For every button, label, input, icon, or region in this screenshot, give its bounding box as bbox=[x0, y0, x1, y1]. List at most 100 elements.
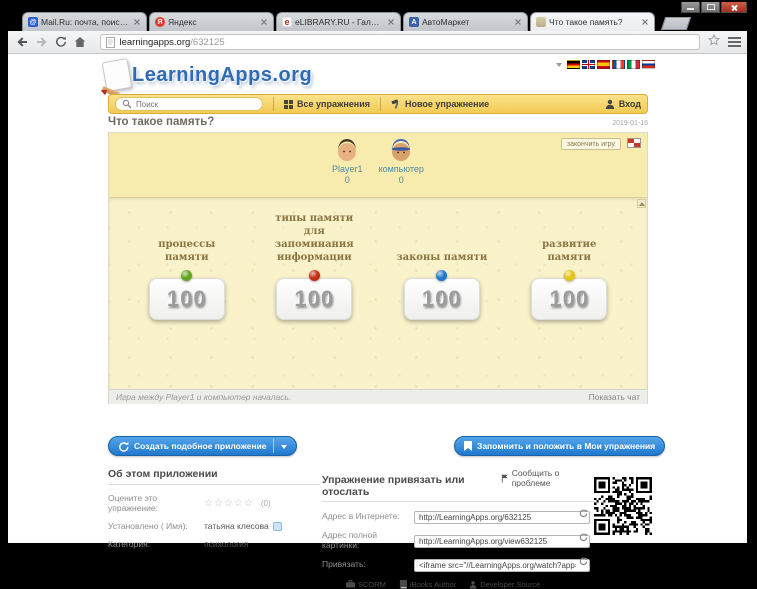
chevron-down-icon[interactable] bbox=[556, 63, 562, 70]
share-section: Упражнение привязать или отослать Сообщи… bbox=[322, 468, 594, 589]
flag-gb-icon[interactable] bbox=[582, 60, 595, 69]
new-tab-button[interactable] bbox=[660, 17, 692, 30]
close-icon[interactable] bbox=[641, 18, 649, 26]
menu-all-label: Все упражнения bbox=[297, 99, 370, 109]
tab-avtomarket[interactable]: А АвтоМаркет bbox=[403, 12, 528, 31]
player-score: 0 bbox=[398, 175, 404, 186]
developer-source-link[interactable]: Developer Source bbox=[469, 580, 540, 589]
author-profile-icon[interactable] bbox=[272, 521, 282, 531]
category-column: типы памяти для запоминания информации 1… bbox=[251, 206, 379, 320]
flag-it-icon[interactable] bbox=[627, 60, 640, 69]
show-chat-link[interactable]: Показать чат bbox=[589, 392, 640, 402]
home-icon[interactable] bbox=[72, 34, 88, 51]
tab-yandex[interactable]: Я Яндекс bbox=[149, 12, 274, 31]
navigation-bar: learningapps.org/632125 bbox=[8, 31, 747, 54]
flag-fr-icon[interactable] bbox=[612, 60, 625, 69]
briefcase-icon bbox=[346, 580, 355, 588]
chevron-down-icon[interactable] bbox=[281, 444, 288, 452]
players: Player1 0 компьютер 0 bbox=[109, 138, 647, 187]
forward-icon[interactable] bbox=[33, 34, 49, 51]
category-dot-yellow bbox=[563, 270, 575, 281]
bookmark-star-icon[interactable] bbox=[707, 33, 720, 51]
refresh-icon[interactable] bbox=[579, 508, 588, 518]
card-points: 100 bbox=[549, 286, 590, 311]
flag-ru-icon[interactable] bbox=[642, 60, 655, 69]
question-card[interactable]: 100 bbox=[148, 278, 225, 320]
tab-label: АвтоМаркет bbox=[422, 17, 470, 27]
login-button[interactable]: Вход bbox=[605, 99, 641, 109]
menu-new-label: Новое упражнение bbox=[405, 99, 490, 109]
close-icon[interactable] bbox=[260, 18, 268, 26]
save-label: Запомнить и положить в Мои упражнения bbox=[477, 441, 656, 451]
maximize-button[interactable] bbox=[701, 2, 720, 13]
embed-field-row: Привязать: bbox=[322, 555, 594, 573]
player-human: Player1 0 bbox=[332, 138, 363, 187]
hammer-icon bbox=[391, 99, 399, 109]
fullimage-field-row: Адрес полной картинки: bbox=[322, 530, 594, 550]
tab-label: Что такое память? bbox=[549, 17, 623, 27]
about-section: Об этом приложении Оцените это упражнени… bbox=[108, 468, 320, 549]
create-similar-label: Создать подобное приложение bbox=[134, 441, 267, 451]
close-icon[interactable] bbox=[133, 18, 141, 26]
login-label: Вход bbox=[618, 99, 641, 109]
tab-elibrary[interactable]: e eLIBRARY.RU - Галицкая bbox=[276, 12, 401, 31]
category-label: Категория: bbox=[108, 539, 151, 549]
create-similar-button[interactable]: Создать подобное приложение bbox=[108, 436, 298, 456]
refresh-icon[interactable] bbox=[579, 556, 588, 566]
category-columns: процессы памяти 100 типы памяти для запо… bbox=[109, 198, 647, 320]
close-icon[interactable] bbox=[387, 18, 395, 26]
author-row: Установлено ( Имя): татьяна клесова bbox=[108, 521, 320, 531]
menu-new-exercise[interactable]: Новое упражнение bbox=[391, 99, 489, 109]
question-card[interactable]: 100 bbox=[531, 278, 608, 320]
report-problem-link[interactable]: Сообщить о проблеме bbox=[501, 468, 594, 488]
search-icon bbox=[122, 99, 132, 109]
flag-es-icon[interactable] bbox=[597, 60, 610, 69]
category-title: законы памяти bbox=[396, 252, 488, 263]
rating-count: (0) bbox=[260, 498, 271, 508]
close-icon[interactable] bbox=[514, 18, 522, 26]
book-icon bbox=[399, 579, 407, 589]
flag-de-icon[interactable] bbox=[567, 60, 580, 69]
close-button[interactable] bbox=[721, 2, 747, 13]
question-card[interactable]: 100 bbox=[403, 278, 480, 320]
app-icon bbox=[536, 17, 546, 27]
logo-icon bbox=[96, 57, 133, 98]
menu-icon[interactable] bbox=[727, 37, 741, 47]
address-bar[interactable]: learningapps.org/632125 bbox=[99, 34, 700, 50]
embed-code-input[interactable] bbox=[414, 558, 590, 572]
site-toolbar: Все упражнения Новое упражнение Вход bbox=[108, 94, 648, 114]
export-links: SCORM iBooks Author Developer Source bbox=[346, 580, 594, 589]
mail-icon: @ bbox=[28, 17, 38, 27]
scroll-up-icon[interactable] bbox=[637, 199, 646, 208]
menu-all-exercises[interactable]: Все упражнения bbox=[284, 99, 370, 109]
site-logo[interactable]: LearningApps.org bbox=[132, 64, 312, 87]
save-to-my-exercises-button[interactable]: Запомнить и положить в Мои упражнения bbox=[454, 436, 666, 456]
tab-mailru[interactable]: @ Mail.Ru: почта, поиск в ... bbox=[22, 12, 147, 31]
divider bbox=[273, 97, 274, 111]
author-name[interactable]: татьяна клесова bbox=[204, 521, 269, 531]
category-column: развитие памяти 100 bbox=[506, 206, 634, 320]
tab-active-memory[interactable]: Что такое память? bbox=[530, 12, 655, 31]
ibooks-author-link[interactable]: iBooks Author bbox=[399, 580, 456, 589]
question-card[interactable]: 100 bbox=[276, 278, 353, 320]
back-icon[interactable] bbox=[14, 34, 30, 51]
refresh-icon[interactable] bbox=[579, 532, 588, 542]
game-board: процессы памяти 100 типы памяти для запо… bbox=[109, 197, 647, 389]
web-address-input[interactable] bbox=[414, 510, 590, 524]
card-points: 100 bbox=[421, 286, 462, 311]
category-value: психология bbox=[204, 539, 249, 549]
category-title: развитие памяти bbox=[542, 239, 597, 263]
search-box[interactable] bbox=[115, 97, 263, 111]
full-image-address-input[interactable] bbox=[414, 534, 590, 548]
reload-icon[interactable] bbox=[53, 34, 69, 51]
search-input[interactable] bbox=[136, 99, 246, 109]
category-row: Категория: психология bbox=[108, 539, 320, 549]
bookmark-icon bbox=[464, 441, 472, 451]
field-label: Адрес в Интернете: bbox=[322, 510, 400, 521]
rating-stars[interactable]: ☆☆☆☆☆ bbox=[204, 498, 254, 509]
site-icon: А bbox=[409, 17, 419, 27]
window-controls bbox=[680, 2, 747, 13]
scorm-link[interactable]: SCORM bbox=[346, 580, 386, 589]
url-text: learningapps.org/632125 bbox=[119, 36, 225, 48]
category-column: процессы памяти 100 bbox=[123, 206, 251, 320]
